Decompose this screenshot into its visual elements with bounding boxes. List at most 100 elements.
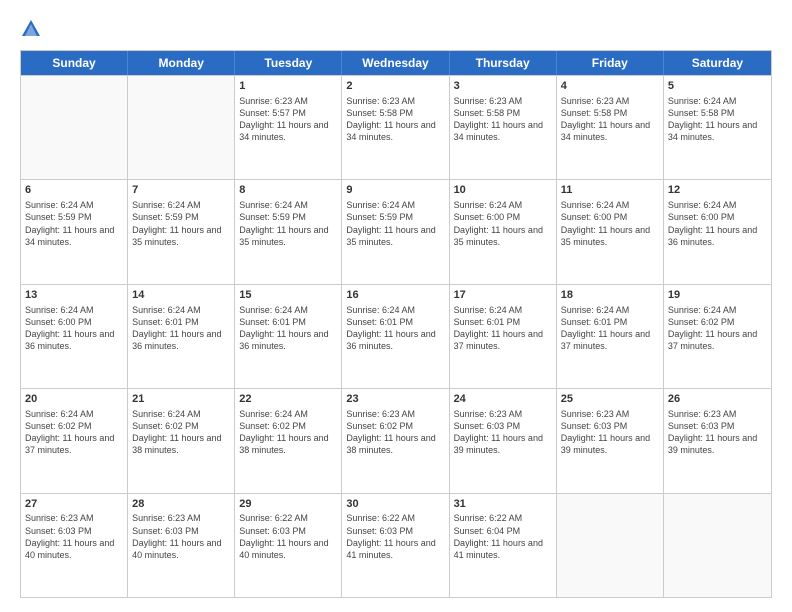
day-number: 9 (346, 183, 444, 198)
day-number: 18 (561, 288, 659, 303)
calendar-cell: 28Sunrise: 6:23 AMSunset: 6:03 PMDayligh… (128, 494, 235, 597)
day-number: 23 (346, 392, 444, 407)
calendar-cell: 30Sunrise: 6:22 AMSunset: 6:03 PMDayligh… (342, 494, 449, 597)
day-number: 20 (25, 392, 123, 407)
calendar-header-row: SundayMondayTuesdayWednesdayThursdayFrid… (21, 51, 771, 75)
logo (20, 18, 44, 40)
day-info: Sunrise: 6:23 AMSunset: 5:58 PMDaylight:… (454, 95, 552, 144)
day-number: 30 (346, 497, 444, 512)
day-info: Sunrise: 6:23 AMSunset: 6:03 PMDaylight:… (561, 408, 659, 457)
day-number: 27 (25, 497, 123, 512)
page: SundayMondayTuesdayWednesdayThursdayFrid… (0, 0, 792, 612)
calendar-header-cell: Sunday (21, 51, 128, 75)
day-number: 15 (239, 288, 337, 303)
calendar-cell: 23Sunrise: 6:23 AMSunset: 6:02 PMDayligh… (342, 389, 449, 492)
day-number: 19 (668, 288, 767, 303)
day-number: 10 (454, 183, 552, 198)
day-info: Sunrise: 6:24 AMSunset: 5:59 PMDaylight:… (132, 199, 230, 248)
calendar-cell: 17Sunrise: 6:24 AMSunset: 6:01 PMDayligh… (450, 285, 557, 388)
day-info: Sunrise: 6:23 AMSunset: 5:58 PMDaylight:… (561, 95, 659, 144)
calendar-cell: 25Sunrise: 6:23 AMSunset: 6:03 PMDayligh… (557, 389, 664, 492)
day-info: Sunrise: 6:24 AMSunset: 6:02 PMDaylight:… (132, 408, 230, 457)
calendar-cell (128, 76, 235, 179)
day-info: Sunrise: 6:24 AMSunset: 6:01 PMDaylight:… (239, 304, 337, 353)
day-number: 29 (239, 497, 337, 512)
day-number: 6 (25, 183, 123, 198)
day-number: 13 (25, 288, 123, 303)
calendar-cell: 26Sunrise: 6:23 AMSunset: 6:03 PMDayligh… (664, 389, 771, 492)
day-info: Sunrise: 6:23 AMSunset: 5:57 PMDaylight:… (239, 95, 337, 144)
calendar-cell: 24Sunrise: 6:23 AMSunset: 6:03 PMDayligh… (450, 389, 557, 492)
day-number: 3 (454, 79, 552, 94)
calendar-cell (21, 76, 128, 179)
day-info: Sunrise: 6:23 AMSunset: 6:02 PMDaylight:… (346, 408, 444, 457)
day-info: Sunrise: 6:24 AMSunset: 6:01 PMDaylight:… (346, 304, 444, 353)
calendar-cell: 29Sunrise: 6:22 AMSunset: 6:03 PMDayligh… (235, 494, 342, 597)
day-info: Sunrise: 6:23 AMSunset: 6:03 PMDaylight:… (668, 408, 767, 457)
day-info: Sunrise: 6:24 AMSunset: 6:02 PMDaylight:… (668, 304, 767, 353)
calendar-cell: 5Sunrise: 6:24 AMSunset: 5:58 PMDaylight… (664, 76, 771, 179)
day-info: Sunrise: 6:24 AMSunset: 6:01 PMDaylight:… (561, 304, 659, 353)
calendar-week-row: 1Sunrise: 6:23 AMSunset: 5:57 PMDaylight… (21, 75, 771, 179)
day-number: 24 (454, 392, 552, 407)
day-info: Sunrise: 6:24 AMSunset: 6:01 PMDaylight:… (454, 304, 552, 353)
day-info: Sunrise: 6:22 AMSunset: 6:04 PMDaylight:… (454, 512, 552, 561)
calendar-header-cell: Tuesday (235, 51, 342, 75)
calendar-cell: 20Sunrise: 6:24 AMSunset: 6:02 PMDayligh… (21, 389, 128, 492)
calendar-week-row: 13Sunrise: 6:24 AMSunset: 6:00 PMDayligh… (21, 284, 771, 388)
calendar-cell: 13Sunrise: 6:24 AMSunset: 6:00 PMDayligh… (21, 285, 128, 388)
day-number: 1 (239, 79, 337, 94)
calendar-cell: 6Sunrise: 6:24 AMSunset: 5:59 PMDaylight… (21, 180, 128, 283)
calendar-cell: 16Sunrise: 6:24 AMSunset: 6:01 PMDayligh… (342, 285, 449, 388)
day-info: Sunrise: 6:24 AMSunset: 6:02 PMDaylight:… (239, 408, 337, 457)
day-number: 28 (132, 497, 230, 512)
calendar-cell: 11Sunrise: 6:24 AMSunset: 6:00 PMDayligh… (557, 180, 664, 283)
calendar-cell: 10Sunrise: 6:24 AMSunset: 6:00 PMDayligh… (450, 180, 557, 283)
day-number: 31 (454, 497, 552, 512)
day-number: 5 (668, 79, 767, 94)
calendar-cell: 3Sunrise: 6:23 AMSunset: 5:58 PMDaylight… (450, 76, 557, 179)
calendar-week-row: 6 Sunrise: 6:24 AMSunset: 5:59 PMDaylight… (21, 179, 771, 283)
calendar-cell: 1Sunrise: 6:23 AMSunset: 5:57 PMDaylight… (235, 76, 342, 179)
day-info: Sunrise: 6:22 AMSunset: 6:03 PMDaylight:… (346, 512, 444, 561)
day-info: Sunrise: 6:24 AMSunset: 5:59 PMDaylight:… (239, 199, 337, 248)
calendar-cell: 19Sunrise: 6:24 AMSunset: 6:02 PMDayligh… (664, 285, 771, 388)
calendar-header-cell: Friday (557, 51, 664, 75)
day-info: Sunrise: 6:24 AMSunset: 6:01 PMDaylight:… (132, 304, 230, 353)
day-info: Sunrise: 6:23 AMSunset: 6:03 PMDaylight:… (132, 512, 230, 561)
calendar-cell: 21Sunrise: 6:24 AMSunset: 6:02 PMDayligh… (128, 389, 235, 492)
calendar-header-cell: Thursday (450, 51, 557, 75)
logo-icon (20, 18, 42, 40)
calendar-header-cell: Wednesday (342, 51, 449, 75)
day-number: 21 (132, 392, 230, 407)
calendar-cell (664, 494, 771, 597)
day-number: 25 (561, 392, 659, 407)
calendar-cell: 4Sunrise: 6:23 AMSunset: 5:58 PMDaylight… (557, 76, 664, 179)
day-number: 7 (132, 183, 230, 198)
calendar-cell: 8Sunrise: 6:24 AMSunset: 5:59 PMDaylight… (235, 180, 342, 283)
day-number: 4 (561, 79, 659, 94)
day-number: 26 (668, 392, 767, 407)
calendar-header-cell: Saturday (664, 51, 771, 75)
calendar-cell: 12Sunrise: 6:24 AMSunset: 6:00 PMDayligh… (664, 180, 771, 283)
day-info: Sunrise: 6:24 AMSunset: 6:00 PMDaylight:… (561, 199, 659, 248)
calendar-cell: 22Sunrise: 6:24 AMSunset: 6:02 PMDayligh… (235, 389, 342, 492)
calendar-cell: 18Sunrise: 6:24 AMSunset: 6:01 PMDayligh… (557, 285, 664, 388)
day-number: 11 (561, 183, 659, 198)
calendar-cell: 9Sunrise: 6:24 AMSunset: 5:59 PMDaylight… (342, 180, 449, 283)
calendar: SundayMondayTuesdayWednesdayThursdayFrid… (20, 50, 772, 598)
calendar-week-row: 27 Sunrise: 6:23 AMSunset: 6:03 PMDayligh… (21, 493, 771, 597)
day-info: Sunrise: 6:23 AMSunset: 6:03 PMDaylight:… (454, 408, 552, 457)
calendar-cell (557, 494, 664, 597)
day-info: Sunrise: 6:24 AMSunset: 6:00 PMDaylight:… (454, 199, 552, 248)
calendar-cell: 15Sunrise: 6:24 AMSunset: 6:01 PMDayligh… (235, 285, 342, 388)
calendar-body: 1Sunrise: 6:23 AMSunset: 5:57 PMDaylight… (21, 75, 771, 597)
calendar-cell: 27Sunrise: 6:23 AMSunset: 6:03 PMDayligh… (21, 494, 128, 597)
day-number: 2 (346, 79, 444, 94)
day-info: Sunrise: 6:24 AMSunset: 6:00 PMDaylight:… (25, 304, 123, 353)
calendar-cell: 2Sunrise: 6:23 AMSunset: 5:58 PMDaylight… (342, 76, 449, 179)
day-info: Sunrise: 6:24 AMSunset: 6:02 PMDaylight:… (25, 408, 123, 457)
day-number: 22 (239, 392, 337, 407)
calendar-cell: 14Sunrise: 6:24 AMSunset: 6:01 PMDayligh… (128, 285, 235, 388)
day-info: Sunrise: 6:22 AMSunset: 6:03 PMDaylight:… (239, 512, 337, 561)
